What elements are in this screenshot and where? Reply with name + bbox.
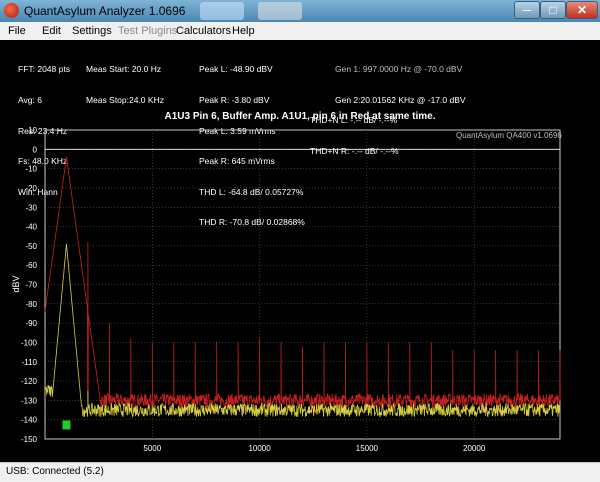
- generator-panel: Gen 1: 997.0000 Hz @ -70.0 dBV Gen 2:20.…: [335, 44, 466, 115]
- y-tick-label: -140: [21, 416, 38, 425]
- y-tick-label: -20: [25, 184, 37, 193]
- y-tick-label: -60: [25, 261, 37, 270]
- menu-edit[interactable]: Edit: [42, 25, 61, 37]
- menu-test-plugins[interactable]: Test Plugins: [118, 25, 177, 37]
- x-tick-label: 10000: [248, 444, 271, 453]
- y-tick-label: -150: [21, 435, 38, 444]
- y-tick-label: 0: [33, 145, 38, 154]
- close-button[interactable]: ✕: [566, 1, 598, 19]
- menu-bar: File Edit Settings Test Plugins Calculat…: [0, 22, 600, 40]
- y-axis-label: dBV: [11, 275, 21, 292]
- x-tick-label: 15000: [356, 444, 379, 453]
- menu-calculators[interactable]: Calculators: [176, 25, 231, 37]
- y-tick-label: -120: [21, 377, 38, 386]
- usb-status: USB: Connected (5.2): [6, 466, 104, 477]
- meas-start: Meas Start: 20.0 Hz: [86, 64, 162, 75]
- meas-stop: Meas Stop:24.0 KHz: [86, 95, 164, 106]
- y-tick-label: -30: [25, 203, 37, 212]
- minimize-button[interactable]: ─: [514, 1, 540, 19]
- menu-settings[interactable]: Settings: [72, 25, 112, 37]
- avg-count: Avg: 6: [18, 95, 42, 106]
- y-tick-label: -90: [25, 319, 37, 328]
- y-tick-label: -100: [21, 338, 38, 347]
- y-tick-label: -40: [25, 223, 37, 232]
- y-tick-label: 10: [28, 126, 37, 135]
- peak-r-dbv: Peak R: -3.80 dBV: [199, 95, 270, 106]
- y-tick-label: -80: [25, 300, 37, 309]
- x-tick-label: 5000: [143, 444, 161, 453]
- title-bar: QuantAsylum Analyzer 1.0696 ─ □ ✕: [0, 0, 600, 22]
- fundamental-marker: [62, 420, 71, 430]
- taskbar-thumbnail-1: [200, 2, 244, 20]
- x-tick-label: 20000: [463, 444, 486, 453]
- measurement-range-panel: Meas Start: 20.0 Hz Meas Stop:24.0 KHz: [86, 44, 164, 115]
- menu-help[interactable]: Help: [232, 25, 255, 37]
- app-icon: [4, 3, 19, 18]
- gen2: Gen 2:20.01562 KHz @ -17.0 dBV: [335, 95, 466, 106]
- y-tick-label: -110: [22, 358, 38, 367]
- status-bar: USB: Connected (5.2): [0, 462, 600, 482]
- y-tick-label: -50: [25, 242, 37, 251]
- y-tick-label: -70: [25, 281, 37, 290]
- series-red-trace: [44, 156, 561, 409]
- taskbar-thumbnail-2: [258, 2, 302, 20]
- maximize-button[interactable]: □: [540, 1, 566, 19]
- window-title: QuantAsylum Analyzer 1.0696: [24, 4, 186, 18]
- peak-l-dbv: Peak L: -48.90 dBV: [199, 64, 273, 75]
- gen1: Gen 1: 997.0000 Hz @ -70.0 dBV: [335, 64, 463, 75]
- spectrum-chart[interactable]: dBV 10 0 -10 -20 -30 -40 -50 -60 -70 -80 -90 -100 -1…: [0, 122, 600, 462]
- y-tick-label: -10: [25, 165, 37, 174]
- fft-size: FFT: 2048 pts: [18, 64, 70, 75]
- plot-title: A1U3 Pin 6, Buffer Amp. A1U1, pin 6 in R…: [164, 111, 436, 122]
- menu-file[interactable]: File: [8, 25, 26, 37]
- y-tick-label: -130: [21, 396, 38, 405]
